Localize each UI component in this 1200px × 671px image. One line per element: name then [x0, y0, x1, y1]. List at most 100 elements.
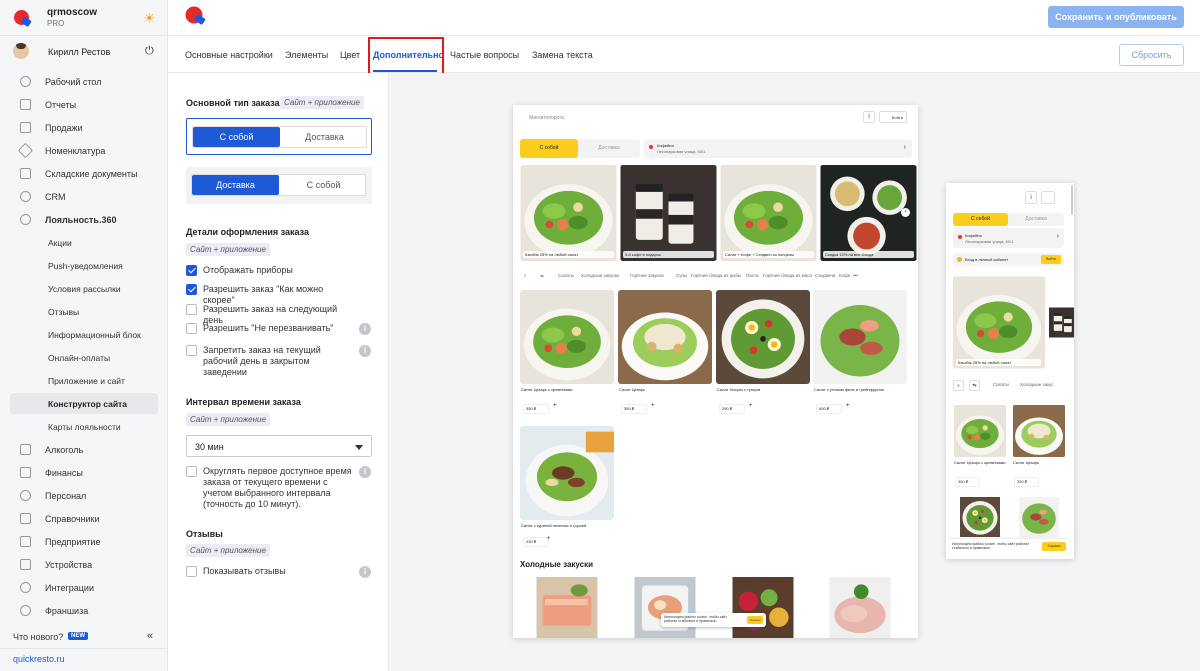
brand-logo-icon [185, 6, 206, 25]
tab-elements[interactable]: Элементы [285, 50, 328, 60]
nav-label: Предприятие [45, 537, 101, 547]
chevron-right-icon: › [1056, 233, 1059, 240]
sidebar-item-app-site[interactable]: Приложение и сайт [10, 370, 158, 391]
plus-icon: + [651, 403, 655, 409]
nav-label: Рабочий стол [45, 77, 102, 87]
checkbox-no-callback[interactable] [186, 323, 197, 334]
preview-order-type: С собой Доставка [520, 139, 640, 158]
interval-select[interactable]: 30 мин [186, 435, 372, 457]
nav-label: Продажи [45, 123, 83, 133]
building-icon [20, 536, 31, 547]
settings-tabs: Основные настройки Элементы Цвет Дополни… [168, 37, 1200, 76]
info-icon[interactable]: i [359, 345, 371, 357]
product-name: Салат Цезарь [1013, 460, 1040, 465]
sidebar-item-reviews[interactable]: Отзывы [10, 301, 158, 322]
nav-label: Складские документы [45, 169, 138, 179]
promo-banner: Салат + Кофе + Сэндвич за полцены [720, 165, 817, 261]
sidebar: qrmoscow PRO ☀ Кирилл Рестов ⏻ Рабочий с… [0, 0, 168, 671]
sidebar-item-push[interactable]: Push-уведомления [10, 255, 158, 276]
order-type-option-takeaway[interactable]: С собой Доставка [186, 118, 372, 155]
preview-cookie-banner: Используем файлы cookie, чтобы сайт рабо… [661, 613, 766, 627]
checkbox-label: Запретить заказ на текущий рабочий день … [203, 345, 321, 377]
tab-basic-settings[interactable]: Основные настройки [185, 50, 273, 60]
site-link[interactable]: quickresto.ru [13, 654, 65, 664]
nav-item-franchise[interactable]: Франшиза [0, 601, 168, 621]
nav-item-dashboard[interactable]: Рабочий стол [0, 72, 168, 92]
info-icon[interactable]: i [359, 466, 371, 478]
theme-sun-icon[interactable]: ☀ [143, 11, 157, 25]
save-publish-button[interactable]: Сохранить и опубликовать [1048, 6, 1184, 28]
tab-text-replace[interactable]: Замена текста [532, 50, 593, 60]
app-window: qrmoscow PRO ☀ Кирилл Рестов ⏻ Рабочий с… [0, 0, 1200, 671]
sidebar-item-site-builder[interactable]: Конструктор сайта [10, 393, 158, 414]
sub-label: Push-уведомления [48, 261, 123, 271]
banner-caption: Кэшбэк 25% на любой салат [956, 359, 1041, 366]
sidebar-item-loyalty-cards[interactable]: Карты лояльности [10, 416, 158, 437]
nav-item-nomenclature[interactable]: Номенклатура [0, 141, 168, 161]
nav-item-loyalty[interactable]: Лояльность.360 [0, 210, 168, 230]
checkbox-asap[interactable] [186, 284, 197, 295]
preview-segment-delivery: Доставка [1025, 216, 1047, 222]
sidebar-item-promotions[interactable]: Акции [10, 232, 158, 253]
user-profile[interactable]: Кирилл Рестов ⏻ [0, 40, 168, 64]
checkbox-show-reviews[interactable] [186, 566, 197, 577]
preview-category-bar: ⌕ ⇋ Салаты Холодные закус [953, 380, 1071, 392]
order-type-option-delivery[interactable]: Доставка С собой [186, 167, 372, 204]
checkbox-closed-day[interactable] [186, 345, 197, 356]
search-icon: ⌕ [524, 273, 527, 278]
food-image [813, 577, 907, 638]
preview-account-login: Вход в личный кабинет Войти [953, 253, 1064, 266]
account-switcher[interactable]: qrmoscow PRO ☀ [0, 0, 168, 36]
sidebar-item-online-payments[interactable]: Онлайн-оплаты [10, 347, 158, 368]
chevron-down-icon [355, 445, 363, 450]
cart-icon [20, 122, 31, 133]
nav-item-directories[interactable]: Справочники [0, 509, 168, 529]
nav-item-integrations[interactable]: Интеграции [0, 578, 168, 598]
sub-label: Карты лояльности [48, 422, 121, 432]
checkbox-round-time[interactable] [186, 466, 197, 477]
tab-color[interactable]: Цвет [340, 50, 360, 60]
nav-label: Франшиза [45, 606, 89, 616]
info-icon[interactable]: i [359, 566, 371, 578]
category-chip: Супы [676, 273, 688, 278]
book-icon [20, 513, 31, 524]
product-price: 230 ₽ [523, 537, 549, 547]
checkbox-cutlery[interactable] [186, 265, 197, 276]
tab-faq[interactable]: Частые вопросы [450, 50, 519, 60]
segment-takeaway: С собой [193, 127, 280, 147]
sidebar-item-mailing[interactable]: Условия рассылки [10, 278, 158, 299]
checkbox-next-day[interactable] [186, 304, 197, 315]
reset-button[interactable]: Сбросить [1119, 44, 1184, 66]
nav-item-devices[interactable]: Устройства [0, 555, 168, 575]
logout-power-icon[interactable]: ⏻ [145, 45, 154, 58]
nav-item-alcohol[interactable]: Алкоголь [0, 440, 168, 460]
food-image [953, 276, 1045, 369]
nav-item-finance[interactable]: Финансы [0, 463, 168, 483]
top-bar: Сохранить и опубликовать [168, 0, 1200, 36]
nav-item-warehouse[interactable]: Складские документы [0, 164, 168, 184]
mobile-preview[interactable]: i С собой Доставка Кофейня Лесопарковая … [946, 183, 1074, 559]
reports-icon [20, 99, 31, 110]
collapse-sidebar-icon[interactable]: « [147, 630, 153, 642]
category-chip: Сэндвичи [815, 273, 836, 278]
preview-segment-delivery: Доставка [598, 145, 620, 151]
nav-item-staff[interactable]: Персонал [0, 486, 168, 506]
whats-new-link[interactable]: Что нового? [13, 632, 63, 642]
product-name: Салат Цезарь [619, 387, 646, 392]
brand-logo-icon [14, 10, 32, 27]
nav-item-enterprise[interactable]: Предприятие [0, 532, 168, 552]
desktop-preview[interactable]: Магнитопорога i Войти С собой Доставка К… [513, 105, 918, 638]
dashboard-icon [20, 76, 31, 87]
nav-item-crm[interactable]: CRM [0, 187, 168, 207]
order-type-title: Основной тип заказа [186, 98, 280, 108]
nav-item-sales[interactable]: Продажи [0, 118, 168, 138]
cookie-text: Используем файлы cookie, чтобы сайт рабо… [952, 542, 1030, 550]
nav-item-reports[interactable]: Отчеты [0, 95, 168, 115]
info-icon[interactable]: i [359, 323, 371, 335]
food-image [520, 165, 617, 261]
product-name: Салат Цезарь с креветками [954, 460, 1006, 465]
nav-label: Отчеты [45, 100, 77, 110]
sidebar-item-info-block[interactable]: Информационный блок [10, 324, 158, 345]
scrollbar[interactable] [1071, 185, 1073, 215]
category-chip: Горячие закуски [630, 273, 664, 278]
